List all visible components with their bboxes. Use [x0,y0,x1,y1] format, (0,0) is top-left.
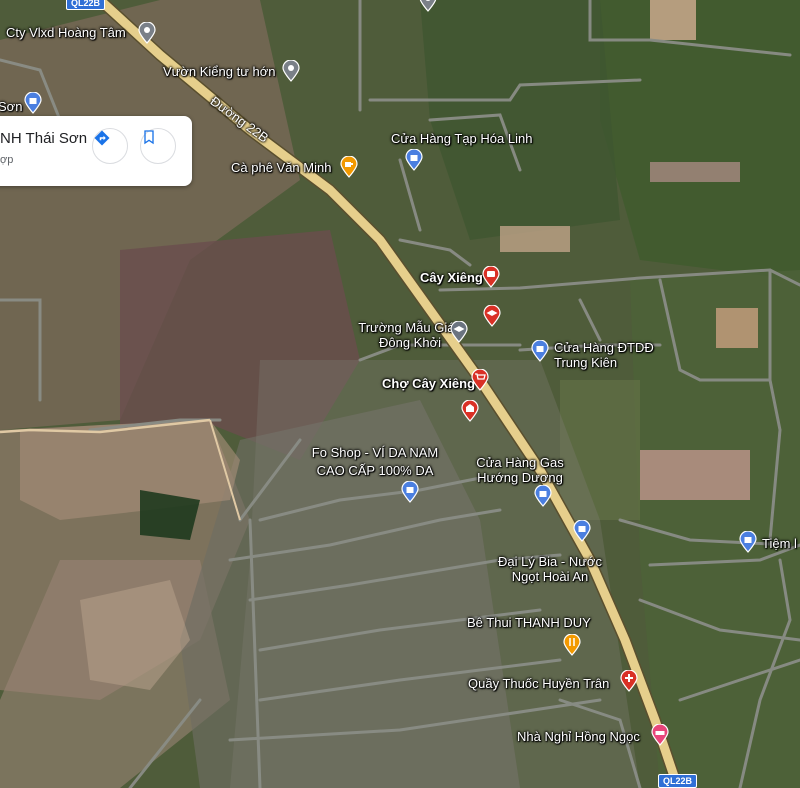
shopping-bag-icon[interactable] [405,149,423,171]
pin-gray-icon[interactable] [282,60,300,82]
place-label-nha-nghi[interactable]: Nhà Nghỉ Hồng Ngọc [517,729,640,744]
place-title: NH Thái Sơn [0,130,88,147]
road-shield-bottom: QL22B [658,774,698,788]
shopping-bag-icon[interactable] [531,340,549,362]
place-label-gas[interactable]: Cửa Hàng Gas Hướng Dương [465,455,575,485]
bookmark-icon [144,130,154,145]
hotel-icon[interactable] [651,724,669,746]
road-shield-top: QL22B [66,0,106,10]
place-label-fo-shop[interactable]: Fo Shop - VÍ DA NAM CAO CẤP 100% DA [300,444,450,480]
place-label-be-thui[interactable]: Bê Thui THANH DUY [467,615,591,630]
place-subtitle: ợp [0,154,14,166]
restaurant-icon[interactable] [563,634,581,656]
shopping-bag-icon[interactable] [573,520,591,542]
temple-icon[interactable] [461,400,479,422]
directions-button[interactable] [92,128,128,164]
bus-icon[interactable] [482,266,500,288]
place-label-cho-cay-xieng[interactable]: Chợ Cây Xiêng [382,376,475,391]
pin-gray-icon[interactable] [419,0,437,12]
place-label-dtdd[interactable]: Cửa Hàng ĐTDĐ Trung Kiên [554,340,664,370]
pin-gray-icon[interactable] [138,22,156,44]
gas-name: Cửa Hàng Gas Hướng Dương [476,455,564,485]
shopping-bag-icon[interactable] [401,481,419,503]
place-label-vuon-kieng[interactable]: Vườn Kiểng tư hớn [163,64,276,79]
shopping-bag-icon[interactable] [534,485,552,507]
graduation-cap-icon[interactable] [483,305,501,327]
place-label-dai-ly-bia[interactable]: Đại Lý Bia - Nước Ngọt Hoài An [490,554,610,584]
place-label-tap-hoa-linh[interactable]: Cửa Hàng Tạp Hóa Linh [391,131,532,146]
satellite-map[interactable]: Đường 22B QL22B QL22B NH Thái Sơn ợp Cty… [0,0,800,788]
place-label-quay-thuoc[interactable]: Quầy Thuốc Huyền Trân [468,676,609,691]
dai-ly-bia-name: Đại Lý Bia - Nước Ngọt Hoài An [498,554,602,584]
place-label-cty-vlxd[interactable]: Cty Vlxd Hoàng Tâm [6,25,126,40]
shopping-bag-icon[interactable] [24,92,42,114]
place-card[interactable]: NH Thái Sơn ợp [0,116,192,186]
place-label-cay-xieng[interactable]: Cây Xiêng [420,270,483,285]
dtdd-name: Cửa Hàng ĐTDĐ Trung Kiên [554,340,654,370]
pharmacy-icon[interactable] [620,670,638,692]
place-label-tiem[interactable]: Tiệm l [762,536,797,551]
place-label-ca-phe[interactable]: Cà phê Văn Minh [231,160,331,175]
school-name: Trường Mẫu Giáo Đông Khởi [358,320,462,350]
shopping-bag-icon[interactable] [739,531,757,553]
directions-icon [94,130,110,146]
school-icon[interactable] [450,321,468,343]
coffee-icon[interactable] [340,156,358,178]
save-button[interactable] [140,128,176,164]
cart-icon[interactable] [471,369,489,391]
fo-shop-name: Fo Shop - VÍ DA NAM CAO CẤP 100% DA [311,445,439,478]
place-label-son[interactable]: Sơn [0,99,22,114]
